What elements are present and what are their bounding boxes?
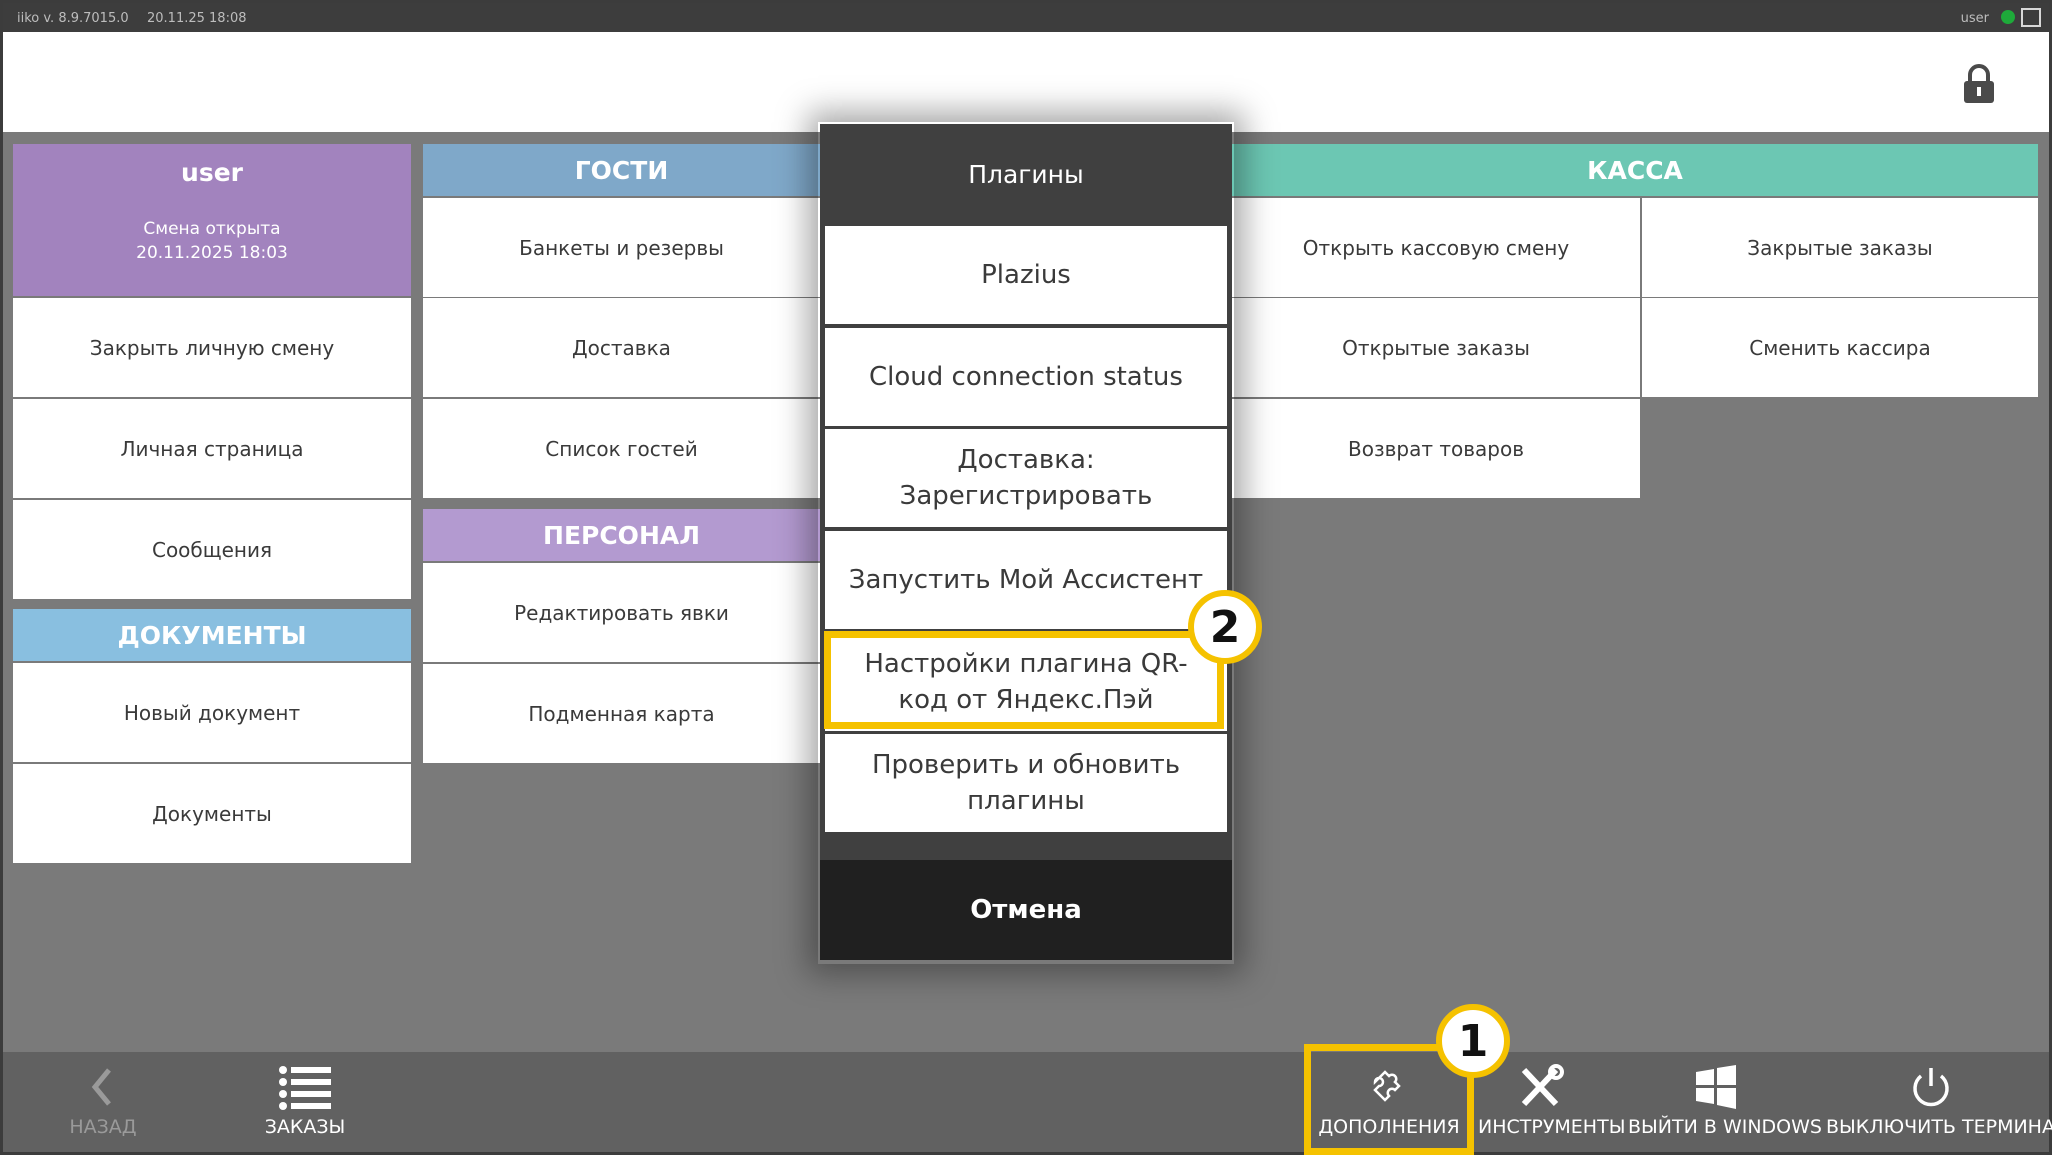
dialog-title: Плагины [968,159,1084,189]
new-document-button[interactable]: Новый документ [13,663,411,762]
change-cashier-button[interactable]: Сменить кассира [1642,298,2038,397]
plugin-run-assistant[interactable]: Запустить Мой Ассистент [825,531,1227,629]
tools-button[interactable]: ИНСТРУМЕНТЫ [1478,1052,1626,1152]
return-goods-button[interactable]: Возврат товаров [1232,399,1640,498]
windows-icon [1696,1065,1736,1109]
title-bar: iiko v. 8.9.7015.0 20.11.25 18:08 user [3,3,2049,32]
edit-attendance-button[interactable]: Редактировать явки [423,563,820,662]
orders-label: ЗАКАЗЫ [264,1116,346,1138]
power-icon [1913,1068,1949,1107]
close-personal-shift-button[interactable]: Закрыть личную смену [13,298,411,397]
back-button[interactable]: НАЗАД [40,1052,166,1152]
exit-windows-label: ВЫЙТИ В WINDOWS [1628,1116,1822,1138]
check-update-plugins[interactable]: Проверить и обновить плагины [825,734,1227,832]
delivery-button[interactable]: Доставка [423,298,820,397]
user-name: user [181,158,243,187]
plugin-plazius[interactable]: Plazius [825,226,1227,324]
shift-status: Смена открыта 20.11.2025 18:03 [13,217,411,265]
documents-header: ДОКУМЕНТЫ [13,609,411,661]
tools-label: ИНСТРУМЕНТЫ [1478,1116,1626,1138]
exit-windows-button[interactable]: ВЫЙТИ В WINDOWS [1628,1052,1822,1152]
shift-status-text: Смена открыта [143,219,281,239]
shutdown-terminal-label: ВЫКЛЮЧИТЬ ТЕРМИНАЛ [1826,1116,2052,1138]
highlight-frame-2 [824,631,1224,729]
guest-list-button[interactable]: Список гостей [423,399,820,498]
open-orders-button[interactable]: Открытые заказы [1232,298,1640,397]
header [3,32,2049,132]
documents-button[interactable]: Документы [13,764,411,863]
user-card: user Смена открыта 20.11.2025 18:03 [13,144,411,296]
current-user: user [1960,11,1989,26]
step-badge-2: 2 [1188,590,1262,664]
lock-icon[interactable] [1961,64,1997,104]
tools-icon [1521,1064,1564,1107]
chevron-left-icon [91,1068,111,1106]
cancel-button[interactable]: Отмена [820,860,1232,960]
list-icon [279,1066,331,1110]
back-label: НАЗАД [69,1116,137,1138]
datetime: 20.11.25 18:08 [147,11,247,26]
plugin-cloud-connection-status[interactable]: Cloud connection status [825,328,1227,426]
window-icon[interactable] [2021,8,2041,27]
shift-start-time: 20.11.2025 18:03 [136,243,288,263]
personal-page-button[interactable]: Личная страница [13,399,411,498]
open-cash-shift-button[interactable]: Открыть кассовую смену [1232,198,1640,297]
plugins-dialog: Плагины Plazius Cloud connection status … [820,124,1232,960]
online-status-icon [2001,10,2015,24]
shutdown-terminal-button[interactable]: ВЫКЛЮЧИТЬ ТЕРМИНАЛ [1826,1052,2052,1152]
plugin-delivery-register[interactable]: Доставка: Зарегистрировать [825,429,1227,527]
closed-orders-button[interactable]: Закрытые заказы [1642,198,2038,297]
kassa-header: КАССА [1232,144,2038,196]
messages-button[interactable]: Сообщения [13,500,411,599]
guests-header: ГОСТИ [423,144,820,196]
app-version: iiko v. 8.9.7015.0 [17,11,129,26]
substitute-card-button[interactable]: Подменная карта [423,664,820,763]
staff-header: ПЕРСОНАЛ [423,509,820,561]
banquets-reserves-button[interactable]: Банкеты и резервы [423,198,820,297]
orders-button[interactable]: ЗАКАЗЫ [240,1052,370,1152]
